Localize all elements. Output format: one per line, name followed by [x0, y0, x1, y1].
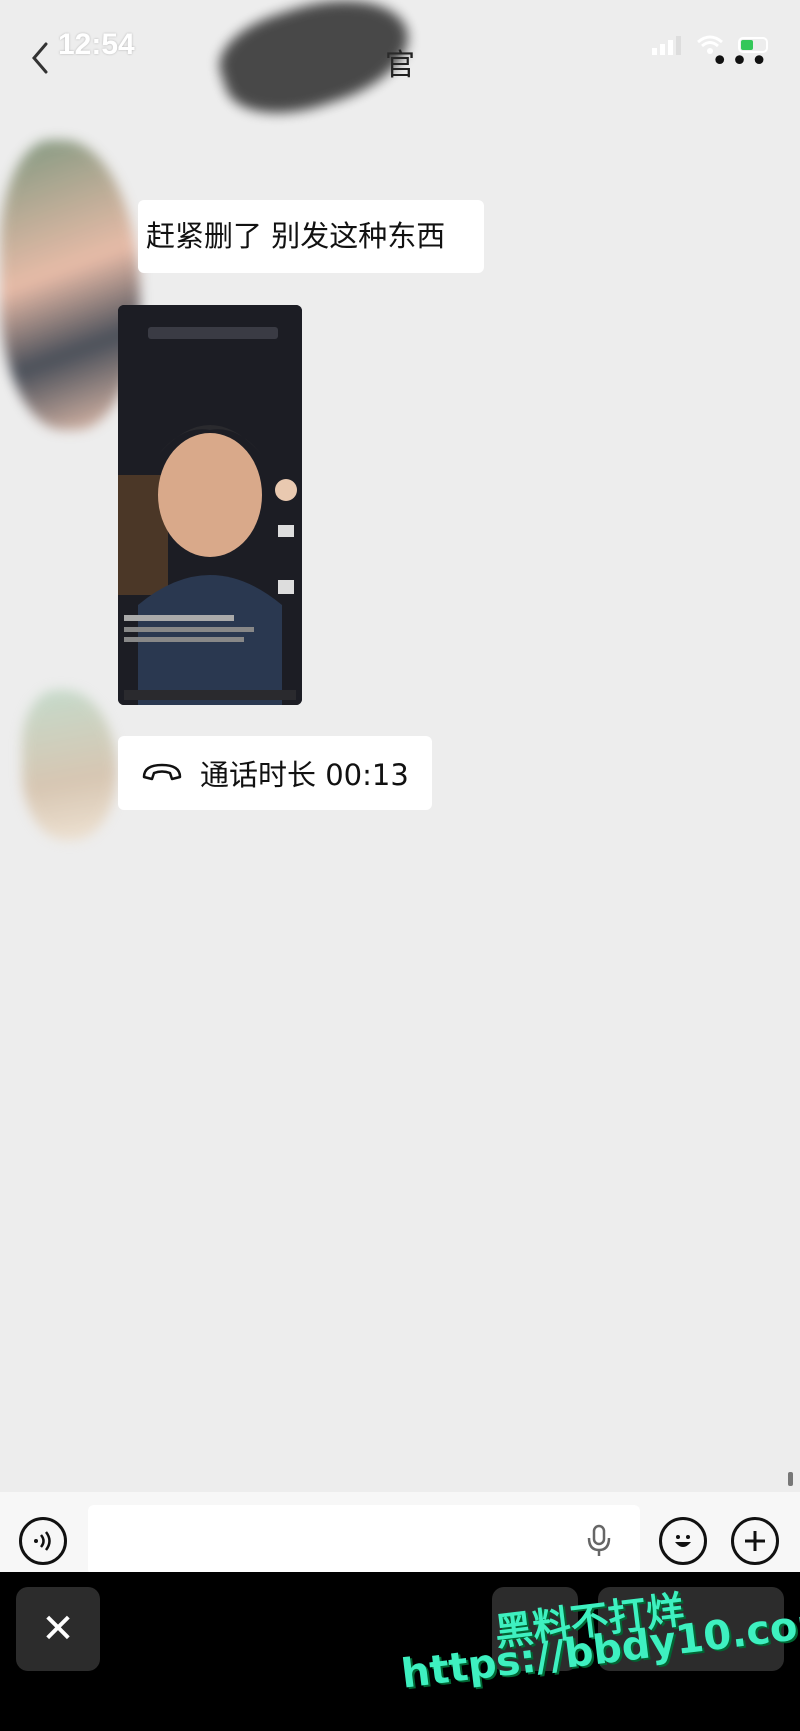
- redaction-avatar-2: [22, 690, 117, 840]
- scroll-indicator[interactable]: [788, 1472, 793, 1486]
- call-duration-text: 通话时长 00:13: [200, 758, 409, 792]
- voice-mode-button[interactable]: [19, 1517, 67, 1565]
- message-input[interactable]: [88, 1505, 640, 1575]
- plus-icon: [745, 1531, 765, 1551]
- close-button[interactable]: ✕: [16, 1587, 100, 1671]
- more-options-icon[interactable]: •••: [711, 44, 770, 79]
- emoji-button[interactable]: [659, 1517, 707, 1565]
- phone-hangup-icon: [142, 763, 182, 781]
- video-message-thumbnail[interactable]: [118, 305, 302, 705]
- add-more-button[interactable]: [731, 1517, 779, 1565]
- video-preview-image: [118, 305, 302, 705]
- redaction-top: [209, 0, 421, 132]
- microphone-icon[interactable]: [586, 1524, 612, 1558]
- call-record-bubble[interactable]: 通话时长 00:13: [118, 736, 432, 810]
- voice-icon: [34, 1531, 51, 1551]
- emoji-icon: [675, 1535, 691, 1547]
- message-bubble-text[interactable]: 赶紧删了 别发这种东西: [138, 200, 484, 273]
